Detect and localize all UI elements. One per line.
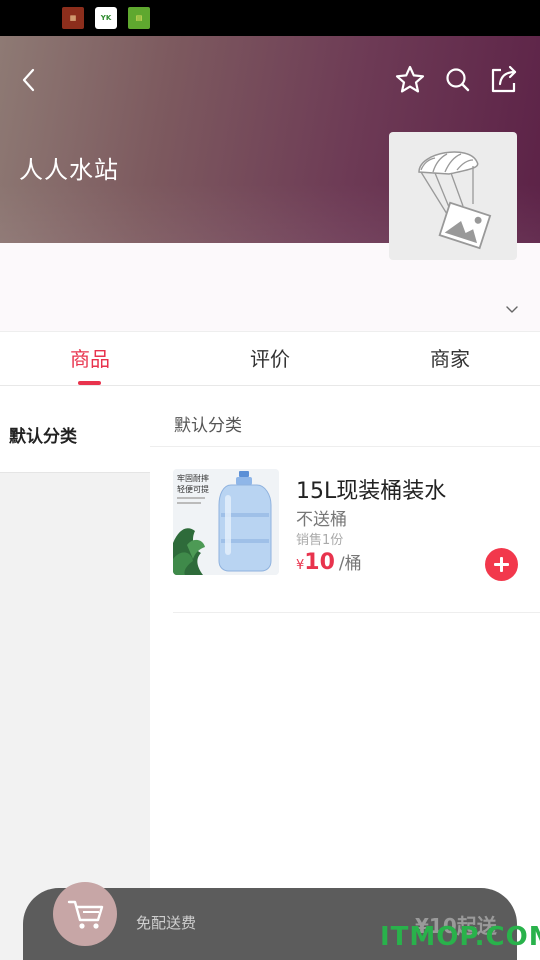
add-to-cart-button[interactable] [485, 548, 518, 581]
image-placeholder-icon [418, 151, 492, 250]
product-image[interactable]: 牢固耐摔 轻便可提 [173, 469, 279, 575]
category-title: 默认分类 [174, 416, 242, 436]
chevron-down-icon[interactable] [503, 301, 521, 319]
product-description: 不送桶 [296, 510, 347, 530]
active-tab-indicator [78, 381, 101, 385]
divider [173, 612, 540, 613]
divider [150, 446, 540, 447]
tab-bar: 商品 评价 商家 [0, 331, 540, 386]
app-icon-2: YK [95, 7, 117, 29]
product-price: ¥10/桶 [296, 549, 362, 575]
svg-text:轻便可提: 轻便可提 [177, 484, 209, 494]
share-button[interactable] [486, 62, 522, 98]
product-list: 默认分类 牢固耐摔 轻便可提 15L现装桶装水 不送桶 销售1份 ¥10 /桶 [150, 401, 540, 960]
watermark: ITMOP.COM [380, 922, 540, 952]
category-sidebar: 默认分类 [0, 401, 150, 960]
back-button[interactable] [12, 62, 48, 98]
shop-name: 人人水站 [19, 156, 119, 184]
price-unit: /桶 [338, 554, 362, 574]
cart-icon [67, 900, 104, 929]
delivery-fee-text: 免配送费 [136, 914, 197, 932]
status-bar: ▦ YK ▤ [0, 0, 540, 36]
tab-products[interactable]: 商品 [0, 332, 180, 386]
tab-merchant[interactable]: 商家 [360, 332, 540, 386]
product-item[interactable]: 牢固耐摔 轻便可提 15L现装桶装水 不送桶 销售1份 ¥10 /桶 [173, 469, 518, 614]
back-icon [22, 68, 35, 92]
search-button[interactable] [440, 62, 476, 98]
favorite-button[interactable] [392, 62, 428, 98]
app-icon-3: ▤ [128, 7, 150, 29]
svg-text:牢固耐摔: 牢固耐摔 [177, 473, 209, 483]
search-icon [446, 68, 470, 92]
section-gap [0, 386, 540, 401]
shop-page: ▦ YK ▤ 人人水站 商品 评价 商家 默认分类 默认分类 牢固耐摔 轻便可提… [0, 0, 540, 960]
water-bottle-image: 牢固耐摔 轻便可提 [173, 469, 279, 575]
cart-button[interactable] [53, 882, 117, 946]
star-icon [395, 65, 425, 93]
sidebar-item-default-category[interactable]: 默认分类 [0, 401, 150, 473]
product-name: 15L现装桶装水 [296, 479, 447, 504]
tab-reviews[interactable]: 评价 [180, 332, 360, 386]
product-sales: 销售1份 [296, 533, 344, 548]
app-icon-1: ▦ [62, 7, 84, 29]
shop-logo[interactable] [389, 132, 517, 260]
price-value: 10 [304, 550, 335, 575]
share-icon [491, 65, 517, 93]
